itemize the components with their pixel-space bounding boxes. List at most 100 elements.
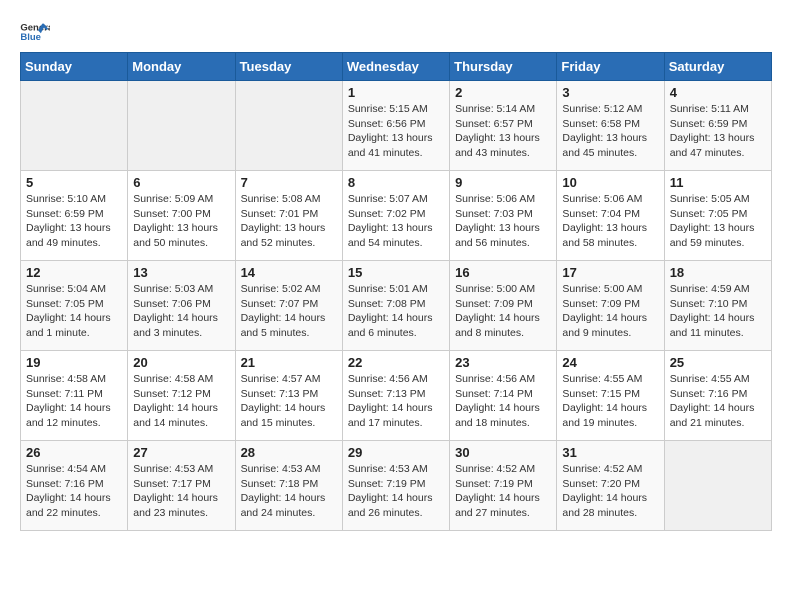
day-number: 24: [562, 355, 658, 370]
day-number: 10: [562, 175, 658, 190]
day-info: Sunrise: 4:56 AMSunset: 7:13 PMDaylight:…: [348, 372, 444, 431]
day-number: 17: [562, 265, 658, 280]
day-number: 18: [670, 265, 766, 280]
day-number: 28: [241, 445, 337, 460]
day-info: Sunrise: 4:59 AMSunset: 7:10 PMDaylight:…: [670, 282, 766, 341]
table-row: 23 Sunrise: 4:56 AMSunset: 7:14 PMDayligh…: [450, 351, 557, 441]
table-row: 18 Sunrise: 4:59 AMSunset: 7:10 PMDayligh…: [664, 261, 771, 351]
header-monday: Monday: [128, 53, 235, 81]
day-number: 20: [133, 355, 229, 370]
table-row: 27Sunrise: 4:53 AMSunset: 7:17 PMDayligh…: [128, 441, 235, 531]
table-row: 19 Sunrise: 4:58 AMSunset: 7:11 PMDayligh…: [21, 351, 128, 441]
day-info: Sunrise: 5:02 AMSunset: 7:07 PMDaylight:…: [241, 282, 337, 341]
header-thursday: Thursday: [450, 53, 557, 81]
table-row: 15 Sunrise: 5:01 AMSunset: 7:08 PMDayligh…: [342, 261, 449, 351]
day-number: 13: [133, 265, 229, 280]
table-row: 11 Sunrise: 5:05 AMSunset: 7:05 PMDayligh…: [664, 171, 771, 261]
day-number: 16: [455, 265, 551, 280]
day-number: 19: [26, 355, 122, 370]
table-row: 26 Sunrise: 4:54 AMSunset: 7:16 PMDayligh…: [21, 441, 128, 531]
day-number: 23: [455, 355, 551, 370]
day-number: 14: [241, 265, 337, 280]
day-info: Sunrise: 4:55 AMSunset: 7:16 PMDaylight:…: [670, 372, 766, 431]
day-number: 9: [455, 175, 551, 190]
day-number: 2: [455, 85, 551, 100]
day-number: 5: [26, 175, 122, 190]
day-number: 6: [133, 175, 229, 190]
day-info: Sunrise: 4:57 AMSunset: 7:13 PMDaylight:…: [241, 372, 337, 431]
day-number: 25: [670, 355, 766, 370]
day-info: Sunrise: 4:56 AMSunset: 7:14 PMDaylight:…: [455, 372, 551, 431]
day-info: Sunrise: 5:05 AMSunset: 7:05 PMDaylight:…: [670, 192, 766, 251]
header-tuesday: Tuesday: [235, 53, 342, 81]
day-info: Sunrise: 5:06 AMSunset: 7:04 PMDaylight:…: [562, 192, 658, 251]
day-info: Sunrise: 5:11 AMSunset: 6:59 PMDaylight:…: [670, 102, 766, 161]
day-number: 26: [26, 445, 122, 460]
table-row: 30Sunrise: 4:52 AMSunset: 7:19 PMDayligh…: [450, 441, 557, 531]
table-row: 9 Sunrise: 5:06 AMSunset: 7:03 PMDaylight…: [450, 171, 557, 261]
day-info: Sunrise: 5:03 AMSunset: 7:06 PMDaylight:…: [133, 282, 229, 341]
logo: General Blue: [20, 20, 50, 42]
calendar-body: 1 Sunrise: 5:15 AMSunset: 6:56 PMDaylight…: [21, 81, 772, 531]
day-number: 11: [670, 175, 766, 190]
table-row: 16 Sunrise: 5:00 AMSunset: 7:09 PMDayligh…: [450, 261, 557, 351]
table-row: [21, 81, 128, 171]
day-number: 7: [241, 175, 337, 190]
table-row: 20 Sunrise: 4:58 AMSunset: 7:12 PMDayligh…: [128, 351, 235, 441]
day-number: 15: [348, 265, 444, 280]
day-number: 21: [241, 355, 337, 370]
table-row: 2 Sunrise: 5:14 AMSunset: 6:57 PMDaylight…: [450, 81, 557, 171]
table-row: 29Sunrise: 4:53 AMSunset: 7:19 PMDayligh…: [342, 441, 449, 531]
table-row: 14 Sunrise: 5:02 AMSunset: 7:07 PMDayligh…: [235, 261, 342, 351]
day-info: Sunrise: 4:54 AMSunset: 7:16 PMDaylight:…: [26, 462, 122, 521]
day-info: Sunrise: 5:06 AMSunset: 7:03 PMDaylight:…: [455, 192, 551, 251]
table-row: [664, 441, 771, 531]
table-row: 24Sunrise: 4:55 AMSunset: 7:15 PMDayligh…: [557, 351, 664, 441]
table-row: 22 Sunrise: 4:56 AMSunset: 7:13 PMDayligh…: [342, 351, 449, 441]
table-row: 25 Sunrise: 4:55 AMSunset: 7:16 PMDayligh…: [664, 351, 771, 441]
table-row: 1 Sunrise: 5:15 AMSunset: 6:56 PMDaylight…: [342, 81, 449, 171]
day-info: Sunrise: 5:15 AMSunset: 6:56 PMDaylight:…: [348, 102, 444, 161]
day-info: Sunrise: 4:58 AMSunset: 7:11 PMDaylight:…: [26, 372, 122, 431]
table-row: 5 Sunrise: 5:10 AMSunset: 6:59 PMDaylight…: [21, 171, 128, 261]
day-info: Sunrise: 5:08 AMSunset: 7:01 PMDaylight:…: [241, 192, 337, 251]
header-saturday: Saturday: [664, 53, 771, 81]
day-number: 27: [133, 445, 229, 460]
day-number: 1: [348, 85, 444, 100]
table-row: 17 Sunrise: 5:00 AMSunset: 7:09 PMDayligh…: [557, 261, 664, 351]
table-row: 3Sunrise: 5:12 AMSunset: 6:58 PMDaylight…: [557, 81, 664, 171]
day-number: 8: [348, 175, 444, 190]
table-row: 31 Sunrise: 4:52 AMSunset: 7:20 PMDayligh…: [557, 441, 664, 531]
header-wednesday: Wednesday: [342, 53, 449, 81]
header-sunday: Sunday: [21, 53, 128, 81]
day-info: Sunrise: 4:58 AMSunset: 7:12 PMDaylight:…: [133, 372, 229, 431]
calendar-table: Sunday Monday Tuesday Wednesday Thursday…: [20, 52, 772, 531]
table-row: 28 Sunrise: 4:53 AMSunset: 7:18 PMDayligh…: [235, 441, 342, 531]
table-row: 21 Sunrise: 4:57 AMSunset: 7:13 PMDayligh…: [235, 351, 342, 441]
day-number: 4: [670, 85, 766, 100]
table-row: 13 Sunrise: 5:03 AMSunset: 7:06 PMDayligh…: [128, 261, 235, 351]
day-info: Sunrise: 5:14 AMSunset: 6:57 PMDaylight:…: [455, 102, 551, 161]
day-info: Sunrise: 5:00 AMSunset: 7:09 PMDaylight:…: [562, 282, 658, 341]
table-row: [128, 81, 235, 171]
header: General Blue: [20, 20, 772, 42]
day-info: Sunrise: 4:53 AMSunset: 7:19 PMDaylight:…: [348, 462, 444, 521]
day-number: 12: [26, 265, 122, 280]
calendar-header: Sunday Monday Tuesday Wednesday Thursday…: [21, 53, 772, 81]
day-number: 31: [562, 445, 658, 460]
day-number: 22: [348, 355, 444, 370]
day-info: Sunrise: 4:53 AMSunset: 7:18 PMDaylight:…: [241, 462, 337, 521]
header-friday: Friday: [557, 53, 664, 81]
day-info: Sunrise: 5:01 AMSunset: 7:08 PMDaylight:…: [348, 282, 444, 341]
day-info: Sunrise: 4:52 AMSunset: 7:20 PMDaylight:…: [562, 462, 658, 521]
svg-text:Blue: Blue: [20, 32, 41, 42]
table-row: [235, 81, 342, 171]
table-row: 10 Sunrise: 5:06 AMSunset: 7:04 PMDayligh…: [557, 171, 664, 261]
day-info: Sunrise: 5:09 AMSunset: 7:00 PMDaylight:…: [133, 192, 229, 251]
table-row: 8Sunrise: 5:07 AMSunset: 7:02 PMDaylight…: [342, 171, 449, 261]
day-info: Sunrise: 5:10 AMSunset: 6:59 PMDaylight:…: [26, 192, 122, 251]
table-row: 7 Sunrise: 5:08 AMSunset: 7:01 PMDaylight…: [235, 171, 342, 261]
day-number: 3: [562, 85, 658, 100]
table-row: 4 Sunrise: 5:11 AMSunset: 6:59 PMDaylight…: [664, 81, 771, 171]
day-info: Sunrise: 5:00 AMSunset: 7:09 PMDaylight:…: [455, 282, 551, 341]
